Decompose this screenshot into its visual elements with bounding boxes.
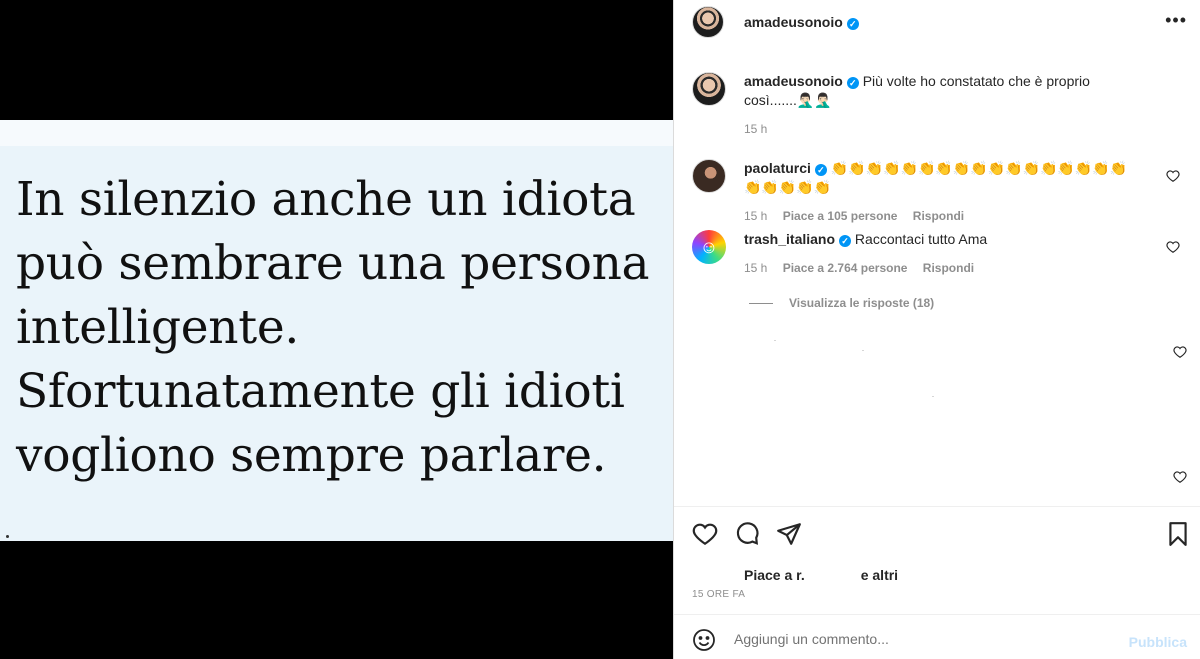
likes-summary[interactable]: Piace a r. e altri: [692, 567, 898, 585]
quote-line-4: Sfortunatamente gli idioti: [16, 364, 625, 419]
like-comment-heart-icon[interactable]: [1166, 169, 1180, 183]
media-speck: [6, 535, 9, 538]
quote-image-band: [0, 120, 673, 146]
reply-button[interactable]: Rispondi: [913, 209, 964, 223]
emoji-smiley-icon[interactable]: [692, 628, 716, 652]
quote-image: In silenzio anche un idiota può sembrare…: [0, 120, 673, 541]
comments-list[interactable]: amadeusonoio ✓ Più volte ho constatato ch…: [674, 54, 1200, 506]
comment-input[interactable]: [734, 627, 1114, 651]
post-timestamp[interactable]: 15 ORE FA: [692, 589, 745, 600]
verified-badge-icon: ✓: [846, 18, 859, 30]
author-username[interactable]: amadeusonoio ✓: [744, 14, 859, 30]
author-avatar[interactable]: [692, 6, 724, 38]
like-comment-heart-icon[interactable]: [1173, 470, 1187, 484]
post-media[interactable]: In silenzio anche un idiota può sembrare…: [0, 0, 673, 659]
comment-bubble-icon[interactable]: [734, 521, 762, 549]
commenter-avatar[interactable]: [692, 159, 726, 193]
like-comment-heart-icon[interactable]: [1166, 240, 1180, 254]
save-bookmark-icon[interactable]: [1165, 521, 1193, 549]
caption-username[interactable]: amadeusonoio ✓: [744, 73, 859, 89]
replies-divider: [749, 303, 773, 305]
like-heart-icon[interactable]: [692, 521, 720, 549]
comment-likes[interactable]: Piace a 105 persone: [783, 209, 898, 223]
redaction-speck: [774, 340, 776, 341]
verified-badge-icon: ✓: [846, 77, 859, 89]
quote-line-2: può sembrare una persona: [16, 236, 650, 291]
quote-line-5: vogliono sempre parlare.: [16, 428, 607, 483]
caption-avatar[interactable]: [692, 72, 726, 106]
redaction-speck: [932, 396, 934, 397]
caption-time[interactable]: 15 h: [744, 122, 767, 136]
post-actions: Piace a r. e altri 15 ORE FA: [674, 506, 1200, 614]
liker-avatar: [692, 567, 714, 585]
post-comment-button[interactable]: Pubblica: [1129, 634, 1187, 650]
redaction-speck: [862, 350, 864, 351]
comment-time[interactable]: 15 h: [744, 261, 767, 275]
verified-badge-icon: ✓: [814, 164, 827, 176]
reply-button[interactable]: Rispondi: [923, 261, 974, 275]
post-sidebar: amadeusonoio ✓ ••• amadeusonoio ✓ Più volt…: [673, 0, 1200, 659]
commenter-username[interactable]: trash_italiano ✓: [744, 231, 852, 247]
comment-time[interactable]: 15 h: [744, 209, 767, 223]
more-options-icon[interactable]: •••: [1165, 10, 1187, 31]
commenter-username[interactable]: paolaturci ✓: [744, 160, 827, 176]
verified-badge-icon: ✓: [839, 235, 852, 247]
like-comment-heart-icon[interactable]: [1173, 345, 1187, 359]
add-comment-bar: Pubblica: [674, 614, 1200, 659]
post-header: amadeusonoio ✓ •••: [674, 0, 1200, 46]
share-send-icon[interactable]: [776, 521, 804, 549]
quote-line-3: intelligente.: [16, 300, 300, 355]
comment-text: Raccontaci tutto Ama: [854, 231, 988, 247]
view-replies-button[interactable]: Visualizza le risposte (18): [749, 296, 934, 310]
quote-line-1: In silenzio anche un idiota: [16, 172, 636, 227]
quote-text: In silenzio anche un idiota può sembrare…: [16, 168, 666, 488]
commenter-avatar[interactable]: [692, 230, 726, 264]
comment-likes[interactable]: Piace a 2.764 persone: [783, 261, 908, 275]
